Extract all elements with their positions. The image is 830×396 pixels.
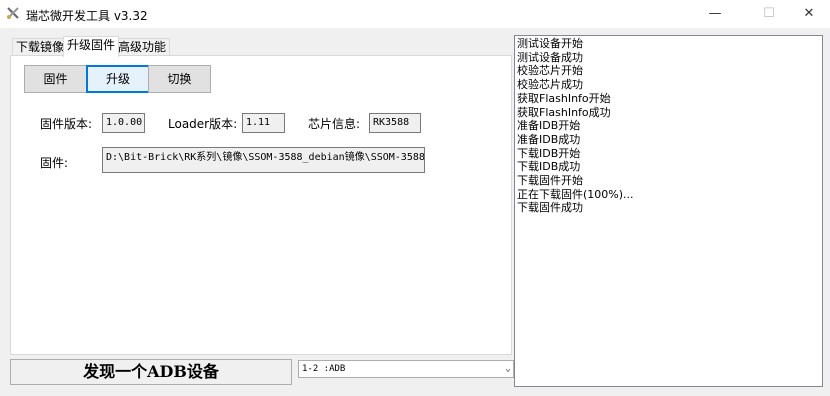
device-select-value: 1-2 :ADB (302, 364, 346, 374)
log-item: 下载IDB成功 (517, 160, 581, 174)
log-item: 准备IDB成功 (517, 132, 581, 146)
log-item: 测试设备成功 (517, 50, 583, 64)
minimize-button[interactable]: — (692, 0, 738, 28)
firmware-version-field: 1.0.00 (102, 113, 145, 133)
tab-upgrade-firmware[interactable]: 升级固件 (63, 36, 120, 57)
firmware-button[interactable]: 固件 (24, 65, 87, 93)
loader-version-field: 1.11 (242, 113, 285, 133)
log-item: 校验芯片成功 (517, 78, 583, 92)
firmware-version-label: 固件版本: (40, 117, 93, 131)
loader-version-label: Loader版本: (168, 117, 238, 131)
switch-button[interactable]: 切换 (148, 65, 211, 93)
log-item: 下载固件成功 (517, 201, 583, 215)
upgrade-button[interactable]: 升级 (86, 65, 150, 93)
firmware-path-label: 固件: (40, 156, 69, 170)
log-item: 测试设备开始 (517, 37, 583, 50)
log-item: 获取FlashInfo开始 (517, 91, 611, 105)
tools-icon (7, 7, 19, 19)
log-item: 正在下载固件(100%)... (517, 187, 634, 201)
firmware-path-field[interactable]: D:\Bit-Brick\RK系列\镜像\SSOM-3588_debian镜像\… (102, 147, 425, 173)
log-item: 下载固件开始 (517, 174, 583, 188)
close-button[interactable]: ✕ (786, 0, 830, 28)
chip-info-label: 芯片信息: (308, 117, 361, 131)
log-item: 校验芯片开始 (517, 64, 583, 78)
device-select[interactable]: 1-2 :ADB ⌄ (298, 360, 514, 378)
tab-advanced[interactable]: 高级功能 (114, 38, 171, 56)
log-list: 测试设备开始 测试设备成功 校验芯片开始 校验芯片成功 获取FlashInfo开始 获取F… (515, 36, 822, 215)
chip-info-field: RK3588 (369, 113, 421, 133)
log-item: 下载IDB开始 (517, 146, 581, 160)
upgrade-panel: 固件 升级 切换 固件版本: 1.0.00 Loader版本: 1.11 芯片信… (10, 55, 512, 355)
window-title: 瑞芯微开发工具 v3.32 (26, 9, 148, 23)
log-item: 准备IDB开始 (517, 119, 581, 133)
title-bar: 瑞芯微开发工具 v3.32 — ☐ ✕ (0, 0, 830, 28)
log-item: 获取FlashInfo成功 (517, 105, 611, 119)
status-message: 发现一个ADB设备 (10, 359, 292, 385)
chevron-down-icon: ⌄ (504, 363, 511, 374)
tab-download-image[interactable]: 下载镜像 (12, 38, 69, 56)
log-panel[interactable]: 测试设备开始 测试设备成功 校验芯片开始 校验芯片成功 获取FlashInfo开始 获取F… (514, 35, 823, 387)
